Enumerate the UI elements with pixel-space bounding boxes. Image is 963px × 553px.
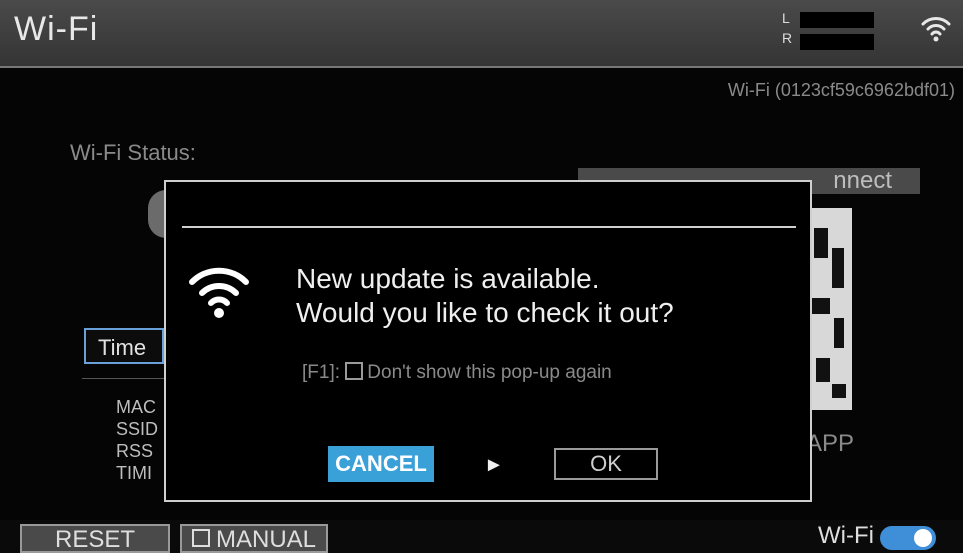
wifi-status-label: Wi-Fi Status: bbox=[70, 140, 196, 165]
toggle-knob bbox=[914, 529, 932, 547]
manual-button[interactable]: MANUAL bbox=[180, 524, 328, 553]
app-title: Wi-Fi bbox=[14, 10, 99, 48]
info-labels: MAC SSID RSS TIMI bbox=[116, 396, 158, 484]
screen: Wi-Fi L R Wi-Fi (0123cf59c6962bdf01) Wi-… bbox=[0, 0, 963, 553]
qr-code bbox=[806, 208, 852, 410]
reset-label: RESET bbox=[54, 526, 135, 553]
manual-label: MANUAL bbox=[215, 526, 317, 553]
dialog-divider bbox=[182, 226, 796, 228]
meter-label-right: R bbox=[782, 30, 793, 46]
rssi-label: RSS bbox=[116, 441, 154, 461]
reset-button[interactable]: RESET bbox=[20, 524, 170, 553]
ok-button[interactable]: OK bbox=[554, 448, 658, 480]
device-id: Wi-Fi (0123cf59c6962bdf01) bbox=[727, 80, 955, 100]
app-label: APP bbox=[806, 430, 855, 457]
wifi-signal-icon bbox=[921, 17, 951, 42]
wifi-toggle[interactable] bbox=[880, 526, 936, 550]
arrow-right-icon: ► bbox=[484, 454, 504, 476]
dont-show-label: Don't show this pop-up again bbox=[367, 362, 612, 383]
dont-show-checkbox[interactable] bbox=[345, 362, 364, 380]
divider bbox=[82, 378, 172, 379]
cancel-button[interactable]: CANCEL bbox=[328, 446, 434, 482]
ssid-label: SSID bbox=[116, 419, 159, 439]
wifi-toggle-label: Wi-Fi bbox=[818, 522, 874, 549]
message-line-2: Would you like to check it out? bbox=[296, 297, 674, 328]
time-label: TIMI bbox=[116, 463, 152, 483]
external-link-icon bbox=[191, 528, 210, 547]
ok-label: OK bbox=[590, 451, 622, 476]
meter-label-left: L bbox=[782, 10, 790, 26]
dialog-message: New update is available. Would you like … bbox=[296, 262, 674, 330]
message-line-1: New update is available. bbox=[296, 263, 600, 294]
dont-show-option[interactable]: [F1]: Don't show this pop-up again bbox=[302, 362, 612, 384]
f1-key-label: [F1]: bbox=[302, 362, 341, 383]
level-meter-labels: L R bbox=[782, 8, 792, 48]
update-dialog: New update is available. Would you like … bbox=[164, 180, 812, 502]
title-bar: Wi-Fi L R bbox=[0, 0, 963, 68]
cancel-label: CANCEL bbox=[335, 451, 427, 476]
tab-time[interactable]: Time bbox=[84, 328, 164, 364]
level-meter-right bbox=[800, 34, 874, 50]
wifi-icon bbox=[189, 267, 249, 318]
level-meter-left bbox=[800, 12, 874, 28]
mac-label: MAC bbox=[116, 397, 156, 417]
